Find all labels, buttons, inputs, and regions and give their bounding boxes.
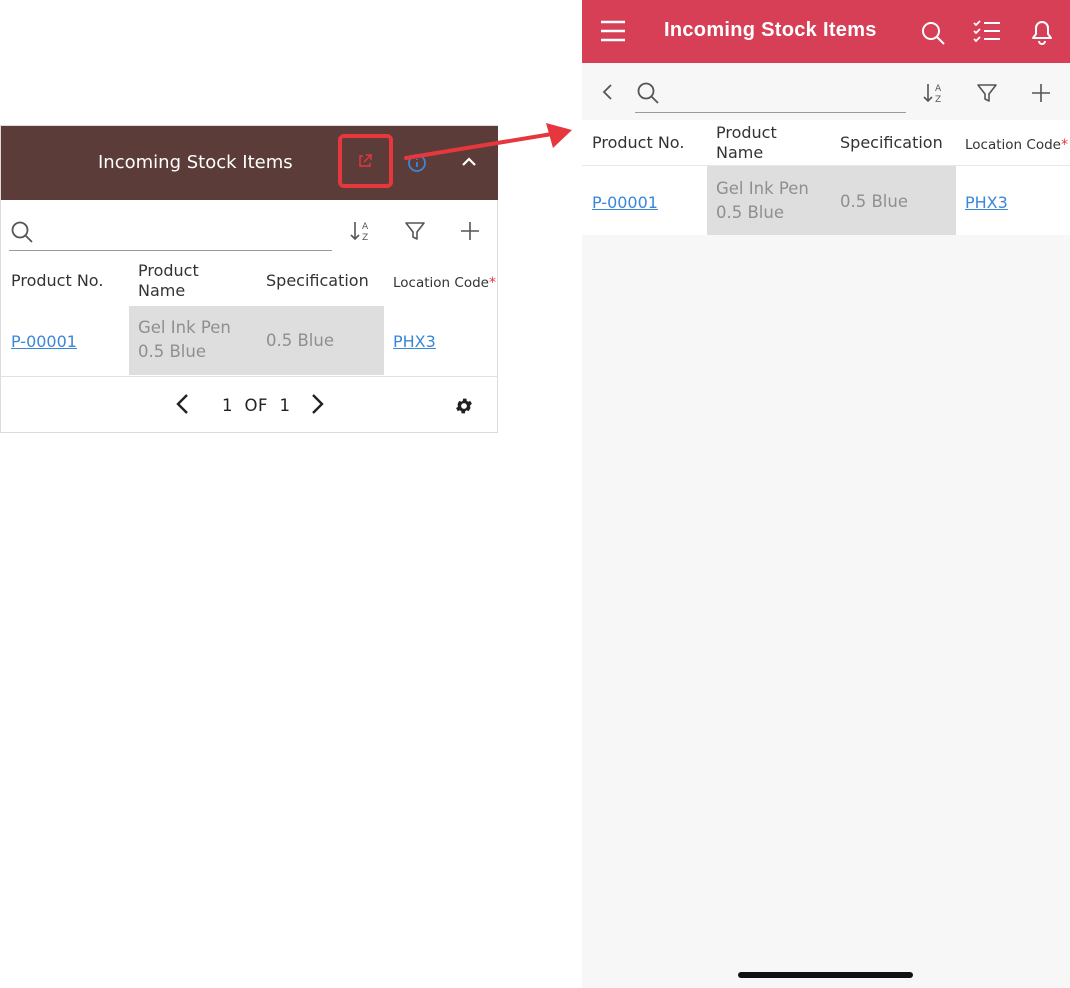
checklist-icon[interactable]: [972, 19, 1002, 45]
filter-icon[interactable]: [403, 219, 427, 243]
column-header-location-code[interactable]: Location Code*: [393, 273, 496, 293]
required-marker: *: [1060, 137, 1068, 153]
sort-az-icon[interactable]: A Z: [348, 218, 374, 244]
plus-icon[interactable]: [458, 219, 482, 243]
product-no-link[interactable]: P-00001: [11, 332, 77, 351]
app-header: Incoming Stock Items: [582, 0, 1070, 63]
stock-items-widget: Incoming Stock Items A Z Product No. Pro…: [0, 125, 498, 433]
column-header-specification[interactable]: Specification: [266, 271, 369, 291]
column-header-product-name[interactable]: Product Name: [716, 123, 777, 163]
chevron-left-icon[interactable]: [600, 82, 616, 102]
svg-text:Z: Z: [362, 233, 368, 243]
screenshot-stage: Incoming Stock Items A Z Product No. Pro…: [0, 0, 1070, 988]
external-link-icon[interactable]: [357, 153, 373, 169]
sort-az-icon[interactable]: A Z: [921, 80, 947, 106]
svg-text:A: A: [362, 222, 369, 232]
svg-text:A: A: [935, 84, 942, 94]
search-icon[interactable]: [920, 20, 946, 46]
location-code-link[interactable]: PHX3: [965, 193, 1008, 212]
svg-text:Z: Z: [935, 95, 941, 105]
bell-icon[interactable]: [1030, 19, 1054, 45]
widget-toolbar: A Z: [1, 200, 498, 258]
chevron-right-icon[interactable]: [305, 392, 329, 416]
home-indicator: [738, 972, 913, 978]
search-icon[interactable]: [10, 220, 34, 244]
required-marker: *: [488, 275, 496, 291]
specification-cell: 0.5 Blue: [266, 331, 334, 350]
location-code-link[interactable]: PHX3: [393, 332, 436, 351]
chevron-left-icon[interactable]: [171, 392, 195, 416]
annotation-arrow: [404, 123, 572, 160]
search-icon[interactable]: [636, 81, 660, 105]
column-header-location-code[interactable]: Location Code*: [965, 135, 1068, 155]
column-header-product-no[interactable]: Product No.: [11, 271, 103, 291]
items-table: Product No. Product Name Specification L…: [582, 120, 1070, 235]
column-header-product-no[interactable]: Product No.: [592, 133, 684, 153]
product-name-cell: Gel Ink Pen 0.5 Blue: [716, 179, 809, 222]
page-title: Incoming Stock Items: [664, 19, 877, 41]
list-toolbar: A Z: [582, 63, 1070, 120]
column-header-product-name[interactable]: Product Name: [138, 261, 199, 301]
specification-cell: 0.5 Blue: [840, 192, 908, 211]
pager-status: 1 OF 1: [222, 396, 291, 415]
product-no-link[interactable]: P-00001: [592, 193, 658, 212]
gear-icon[interactable]: [454, 396, 474, 416]
search-input[interactable]: [635, 112, 906, 113]
product-name-cell: Gel Ink Pen 0.5 Blue: [138, 318, 231, 361]
plus-icon[interactable]: [1029, 81, 1053, 105]
filter-icon[interactable]: [975, 81, 999, 105]
phone-screen: Incoming Stock Items A Z Product No. Pro…: [582, 0, 1070, 988]
row-divider: [1, 376, 498, 377]
widget-title: Incoming Stock Items: [98, 152, 293, 173]
menu-icon[interactable]: [600, 19, 626, 43]
search-input[interactable]: [9, 250, 332, 251]
column-header-specification[interactable]: Specification: [840, 133, 943, 153]
